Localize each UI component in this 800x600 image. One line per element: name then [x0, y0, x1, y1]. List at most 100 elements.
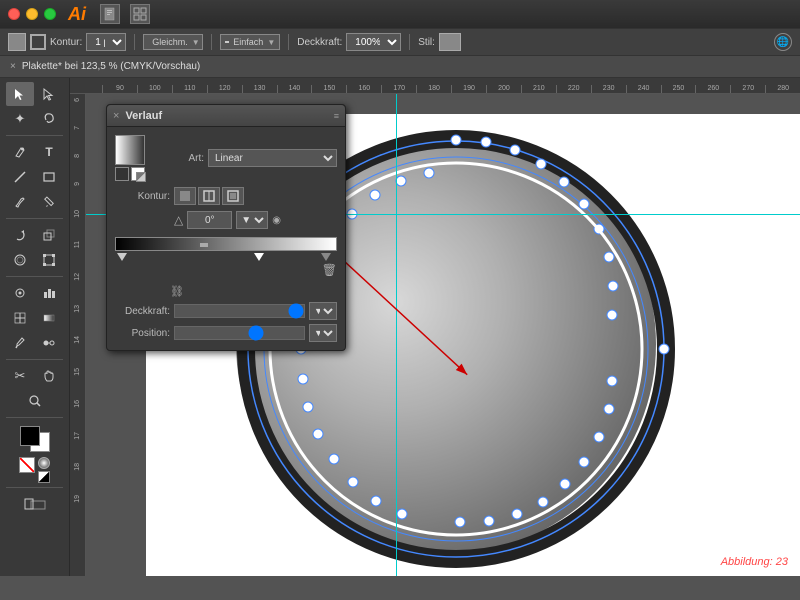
ruler-num: 15	[72, 366, 83, 378]
angle-input[interactable]	[187, 211, 232, 229]
fill-swatch[interactable]	[8, 33, 26, 51]
deckkraft-panel-label: Deckkraft:	[115, 306, 170, 317]
gradient-bar[interactable]	[115, 237, 337, 251]
swatch-stack[interactable]	[20, 426, 50, 452]
ruler-num: 13	[72, 303, 83, 315]
kontur-select[interactable]: 1 pt	[86, 33, 126, 51]
deckkraft-mini-select[interactable]: ▼	[309, 302, 337, 320]
web-icon[interactable]: 🌐	[774, 33, 792, 51]
link-icon[interactable]: ⛓	[170, 285, 184, 298]
scissors-tool[interactable]: ✂	[6, 364, 34, 388]
gradient-slider-container: 🗑	[115, 237, 337, 277]
deckkraft-select[interactable]: 100%	[346, 33, 401, 51]
maximize-button[interactable]	[44, 8, 56, 20]
tool-sep-3	[6, 276, 63, 277]
stroke-style1[interactable]: Gleichm. ▼	[143, 34, 203, 50]
ruler-mark: 170	[381, 85, 416, 93]
angle-select[interactable]: ▼	[236, 211, 268, 229]
gradient-stop-right[interactable]	[321, 253, 331, 261]
gradient-stop-mid[interactable]	[254, 253, 264, 261]
pen-tool[interactable]	[6, 140, 34, 164]
warp-tool[interactable]	[6, 248, 34, 272]
gradient-tool[interactable]	[35, 306, 63, 330]
gradient-midpoint[interactable]	[200, 243, 208, 247]
tab-close-button[interactable]: ×	[10, 61, 16, 72]
kontur-btn-3[interactable]	[222, 187, 244, 205]
magic-wand-tool[interactable]: ✦	[6, 107, 34, 131]
lasso-tool[interactable]	[35, 107, 63, 131]
position-row: Position: ▼	[115, 324, 337, 342]
direct-selection-tool[interactable]	[35, 82, 63, 106]
zoom-tool[interactable]	[21, 389, 49, 413]
tool-row-3: T	[2, 140, 67, 164]
tool-row-9	[2, 306, 67, 330]
rotate-tool[interactable]	[6, 223, 34, 247]
stroke-chevron1[interactable]: ▼	[192, 38, 200, 47]
ruler-mark: 220	[556, 85, 591, 93]
blend-tool[interactable]	[35, 331, 63, 355]
minimize-button[interactable]	[26, 8, 38, 20]
canvas-area[interactable]: 90 100 110 120 130 140 150 160 170 180 1…	[70, 78, 800, 576]
panel-close-button[interactable]: ×	[113, 110, 119, 122]
art-select[interactable]: Linear Radial	[208, 149, 337, 167]
ruler-num: 9	[72, 180, 83, 188]
canvas-content[interactable]: × Verlauf ≡	[86, 94, 800, 576]
no-color-swatch[interactable]	[19, 457, 35, 473]
tool-row-8	[2, 281, 67, 305]
ruler-mark: 210	[521, 85, 556, 93]
pencil-tool[interactable]	[35, 190, 63, 214]
brush-tool[interactable]	[6, 190, 34, 214]
fill-color-mini[interactable]	[131, 167, 145, 181]
position-mini-select[interactable]: ▼	[309, 324, 337, 342]
kontur-label: Kontur:	[50, 37, 82, 48]
stroke-style1-label: Gleichm.	[152, 37, 188, 47]
rectangle-tool[interactable]	[35, 165, 63, 189]
tool-row-1	[2, 82, 67, 106]
ruler-num: 18	[72, 461, 83, 473]
vertical-guide	[396, 94, 397, 576]
close-button[interactable]	[8, 8, 20, 20]
gradient-stop-left[interactable]	[117, 253, 127, 261]
ruler-mark: 180	[416, 85, 451, 93]
delete-row: 🗑	[115, 263, 337, 277]
kontur-buttons	[174, 187, 244, 205]
column-graph-tool[interactable]	[35, 281, 63, 305]
foreground-color-swatch[interactable]	[20, 426, 40, 446]
gradient-preview-swatch[interactable]	[115, 135, 145, 165]
ruler-mark: 130	[242, 85, 277, 93]
type-tool[interactable]: T	[35, 140, 63, 164]
stroke-swatch[interactable]	[30, 34, 46, 50]
stroke-style2[interactable]: Einfach ▼	[220, 34, 280, 50]
position-slider[interactable]	[174, 326, 305, 340]
ruler-mark: 250	[661, 85, 696, 93]
color-mode-toggle[interactable]	[38, 457, 50, 469]
symbol-sprayer-tool[interactable]	[6, 281, 34, 305]
deckkraft-row: Deckkraft: ▼	[115, 302, 337, 320]
stroke-style2-label: Einfach	[233, 37, 263, 47]
view-options-icon[interactable]	[130, 4, 150, 24]
ruler-mark: 200	[486, 85, 521, 93]
kontur-btn-1[interactable]	[174, 187, 196, 205]
stroke-color-mini[interactable]	[115, 167, 129, 181]
panel-header[interactable]: × Verlauf ≡	[107, 105, 345, 127]
panel-expand-button[interactable]: ≡	[334, 111, 339, 121]
screen-mode-button[interactable]	[21, 492, 49, 516]
selection-tool[interactable]	[6, 82, 34, 106]
tool-sep-2	[6, 218, 63, 219]
ruler-mark: 190	[451, 85, 486, 93]
scale-tool[interactable]	[35, 223, 63, 247]
mesh-tool[interactable]	[6, 306, 34, 330]
deckkraft-slider[interactable]	[174, 304, 305, 318]
kontur-btn-2[interactable]	[198, 187, 220, 205]
delete-stop-button[interactable]: 🗑	[322, 263, 337, 277]
stroke-chevron2[interactable]: ▼	[267, 38, 275, 47]
ruler-num: 19	[72, 493, 83, 505]
screen-mode-row	[2, 492, 67, 516]
ruler-num: 8	[72, 152, 83, 160]
free-transform-tool[interactable]	[35, 248, 63, 272]
hand-tool[interactable]	[35, 364, 63, 388]
stil-swatch[interactable]	[439, 33, 461, 51]
line-tool[interactable]	[6, 165, 34, 189]
swap-colors-icon[interactable]	[38, 471, 50, 483]
eyedropper-tool[interactable]	[6, 331, 34, 355]
